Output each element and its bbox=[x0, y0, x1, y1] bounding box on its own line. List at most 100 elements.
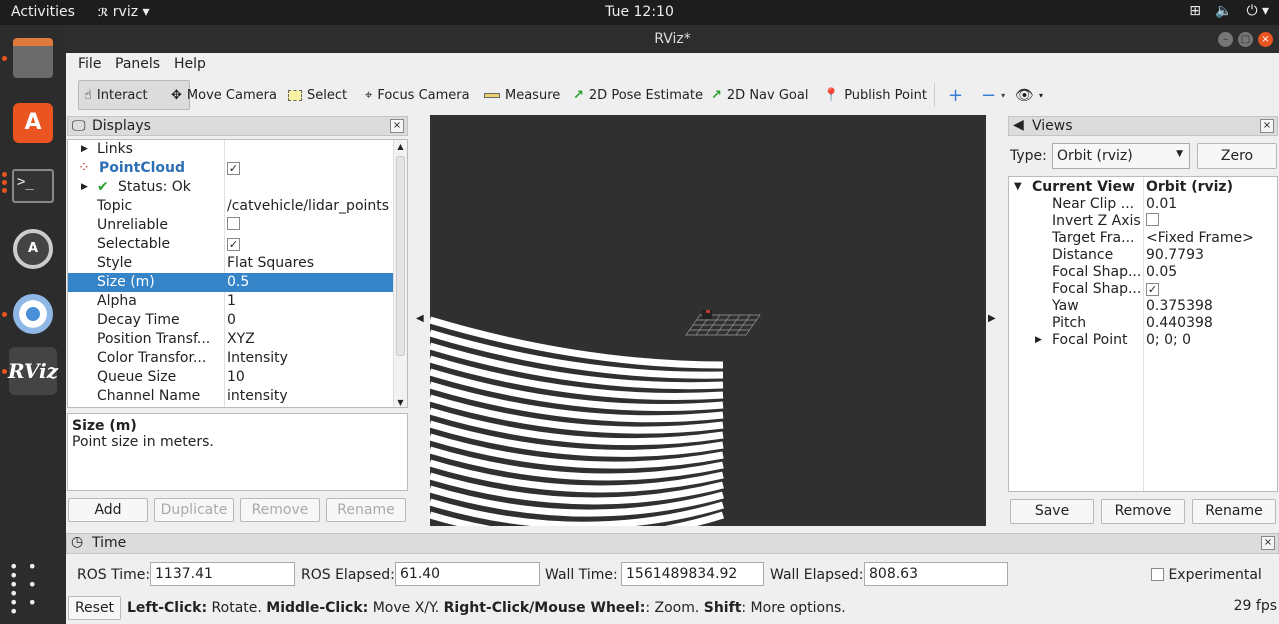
row-value[interactable]: 0.440398 bbox=[1146, 315, 1213, 331]
expand-arrow-icon[interactable]: ▶ bbox=[1035, 335, 1042, 345]
tree-row-unreliable[interactable]: Unreliable bbox=[68, 216, 394, 235]
displays-tree[interactable]: ▶ Links ⁘ PointCloud ✓ ▶ ✔ Status: Ok To… bbox=[67, 139, 408, 408]
tree-row-status[interactable]: ▶ ✔ Status: Ok bbox=[68, 178, 394, 197]
tree-row-topic[interactable]: Topic/catvehicle/lidar_points bbox=[68, 197, 394, 216]
software-launcher[interactable]: A bbox=[9, 99, 57, 147]
collapse-right-panel-icon[interactable]: ▶ bbox=[988, 313, 996, 324]
scroll-down-icon[interactable]: ▼ bbox=[394, 398, 407, 407]
publish-point-tool[interactable]: 📍 Publish Point bbox=[818, 80, 932, 110]
menu-panels[interactable]: Panels bbox=[115, 56, 160, 72]
select-tool[interactable]: Select bbox=[283, 80, 352, 110]
files-launcher[interactable] bbox=[9, 34, 57, 82]
row-value[interactable]: XYZ bbox=[227, 331, 255, 347]
row-value[interactable]: 10 bbox=[227, 369, 245, 385]
row-value[interactable]: intensity bbox=[227, 388, 288, 404]
unreliable-checkbox[interactable] bbox=[227, 217, 240, 234]
activities-button[interactable]: Activities bbox=[11, 4, 75, 20]
menu-help[interactable]: Help bbox=[174, 56, 206, 72]
tree-row-pitch[interactable]: Pitch 0.440398 bbox=[1009, 315, 1277, 332]
app-menu[interactable]: ℛ rviz ▾ bbox=[98, 4, 150, 20]
scroll-up-icon[interactable]: ▲ bbox=[394, 142, 407, 151]
add-display-button[interactable]: Add bbox=[68, 498, 148, 522]
add-tool-button[interactable]: + bbox=[943, 80, 968, 110]
view-type-select[interactable]: Orbit (rviz) ▼ bbox=[1052, 143, 1190, 169]
row-value[interactable]: /catvehicle/lidar_points bbox=[227, 198, 389, 214]
focus-camera-tool[interactable]: ⌖ Focus Camera bbox=[360, 80, 475, 110]
tree-row-queue-size[interactable]: Queue Size 10 bbox=[68, 368, 394, 387]
remove-display-button[interactable]: Remove bbox=[240, 498, 320, 522]
save-view-button[interactable]: Save bbox=[1010, 499, 1094, 524]
tree-row-target-frame[interactable]: Target Fra... <Fixed Frame> bbox=[1009, 230, 1277, 247]
row-value[interactable]: 0.375398 bbox=[1146, 298, 1213, 314]
tree-row-distance[interactable]: Distance 90.7793 bbox=[1009, 247, 1277, 264]
close-icon[interactable]: × bbox=[1260, 119, 1274, 133]
close-button[interactable]: × bbox=[1258, 32, 1273, 47]
remove-view-button[interactable]: Remove bbox=[1101, 499, 1185, 524]
selectable-checkbox[interactable]: ✓ bbox=[227, 236, 240, 252]
measure-tool[interactable]: Measure bbox=[479, 80, 565, 110]
tree-row-near-clip[interactable]: Near Clip ... 0.01 bbox=[1009, 196, 1277, 213]
row-value[interactable]: 0.05 bbox=[1146, 264, 1177, 280]
displays-scrollbar[interactable]: ▲ ▼ bbox=[393, 140, 407, 407]
tree-row-decay-time[interactable]: Decay Time 0 bbox=[68, 311, 394, 330]
expand-arrow-icon[interactable]: ▶ bbox=[81, 144, 88, 154]
rename-display-button[interactable]: Rename bbox=[326, 498, 406, 522]
nav-goal-tool[interactable]: ↗ 2D Nav Goal bbox=[706, 80, 813, 110]
tree-row-focal-shape-size[interactable]: Focal Shap... 0.05 bbox=[1009, 264, 1277, 281]
row-value[interactable]: Flat Squares bbox=[227, 255, 314, 271]
move-camera-tool[interactable]: ✥ Move Camera bbox=[166, 80, 282, 110]
expand-arrow-icon[interactable]: ▶ bbox=[81, 182, 88, 192]
window-titlebar[interactable]: RViz* – □ × bbox=[66, 25, 1279, 53]
experimental-toggle[interactable]: Experimental bbox=[1151, 567, 1262, 583]
tree-row-current-view[interactable]: ▼ Current View Orbit (rviz) bbox=[1009, 179, 1277, 196]
tree-row-alpha[interactable]: Alpha 1 bbox=[68, 292, 394, 311]
zero-view-button[interactable]: Zero bbox=[1197, 143, 1277, 169]
tree-row-yaw[interactable]: Yaw 0.375398 bbox=[1009, 298, 1277, 315]
row-value[interactable]: 0; 0; 0 bbox=[1146, 332, 1191, 348]
focal-shape-checkbox[interactable]: ✓ bbox=[1146, 281, 1159, 297]
tree-row-pointcloud[interactable]: ⁘ PointCloud ✓ bbox=[68, 159, 394, 178]
minimize-button[interactable]: – bbox=[1218, 32, 1233, 47]
row-value[interactable]: 1 bbox=[227, 293, 236, 309]
updater-launcher[interactable]: A bbox=[9, 225, 57, 273]
3d-viewport[interactable] bbox=[430, 115, 986, 526]
tree-row-focal-shape-fixed[interactable]: Focal Shap... ✓ bbox=[1009, 281, 1277, 298]
wall-elapsed-field[interactable]: 808.63 bbox=[864, 562, 1008, 586]
ros-time-field[interactable]: 1137.41 bbox=[150, 562, 295, 586]
collapse-arrow-icon[interactable]: ▼ bbox=[1014, 181, 1022, 192]
remove-tool-button[interactable]: − ▾ bbox=[976, 80, 1010, 110]
tool-visibility-button[interactable]: 👁 ▾ bbox=[1010, 80, 1048, 110]
row-value[interactable]: <Fixed Frame> bbox=[1146, 230, 1254, 246]
tree-row-size[interactable]: Size (m) 0.5 bbox=[68, 273, 394, 292]
close-icon[interactable]: × bbox=[390, 119, 404, 133]
pose-estimate-tool[interactable]: ↗ 2D Pose Estimate bbox=[568, 80, 708, 110]
tree-row-color-transformer[interactable]: Color Transfor... Intensity bbox=[68, 349, 394, 368]
tree-row-selectable[interactable]: Selectable ✓ bbox=[68, 235, 394, 254]
tree-row-channel-name[interactable]: Channel Name intensity bbox=[68, 387, 394, 406]
tree-row-focal-point[interactable]: ▶ Focal Point 0; 0; 0 bbox=[1009, 332, 1277, 349]
menu-file[interactable]: File bbox=[78, 56, 101, 72]
tree-row-style[interactable]: Style Flat Squares bbox=[68, 254, 394, 273]
rviz-launcher[interactable]: RViz bbox=[8, 347, 58, 395]
duplicate-display-button[interactable]: Duplicate bbox=[154, 498, 234, 522]
collapse-left-panel-icon[interactable]: ◀ bbox=[416, 313, 424, 324]
row-value[interactable]: 90.7793 bbox=[1146, 247, 1204, 263]
row-value[interactable]: 0.5 bbox=[227, 274, 249, 290]
wall-time-field[interactable]: 1561489834.92 bbox=[621, 562, 764, 586]
rename-view-button[interactable]: Rename bbox=[1192, 499, 1276, 524]
row-value[interactable]: Intensity bbox=[227, 350, 288, 366]
tree-row-position-transformer[interactable]: Position Transf... XYZ bbox=[68, 330, 394, 349]
enabled-checkbox[interactable]: ✓ bbox=[227, 160, 240, 176]
experimental-checkbox[interactable] bbox=[1151, 568, 1164, 581]
tree-row-links[interactable]: ▶ Links bbox=[68, 140, 394, 159]
tree-row-invert-z[interactable]: Invert Z Axis bbox=[1009, 213, 1277, 230]
show-applications-button[interactable]: • • • • • • • • • bbox=[9, 559, 57, 620]
maximize-button[interactable]: □ bbox=[1238, 32, 1253, 47]
scrollbar-thumb[interactable] bbox=[396, 156, 405, 356]
terminal-launcher[interactable]: >_ bbox=[9, 162, 57, 210]
views-tree[interactable]: ▼ Current View Orbit (rviz) Near Clip ... 0… bbox=[1008, 176, 1278, 492]
ros-elapsed-field[interactable]: 61.40 bbox=[395, 562, 540, 586]
close-icon[interactable]: × bbox=[1261, 536, 1275, 550]
reset-button[interactable]: Reset bbox=[68, 596, 121, 620]
row-value[interactable]: 0.01 bbox=[1146, 196, 1177, 212]
